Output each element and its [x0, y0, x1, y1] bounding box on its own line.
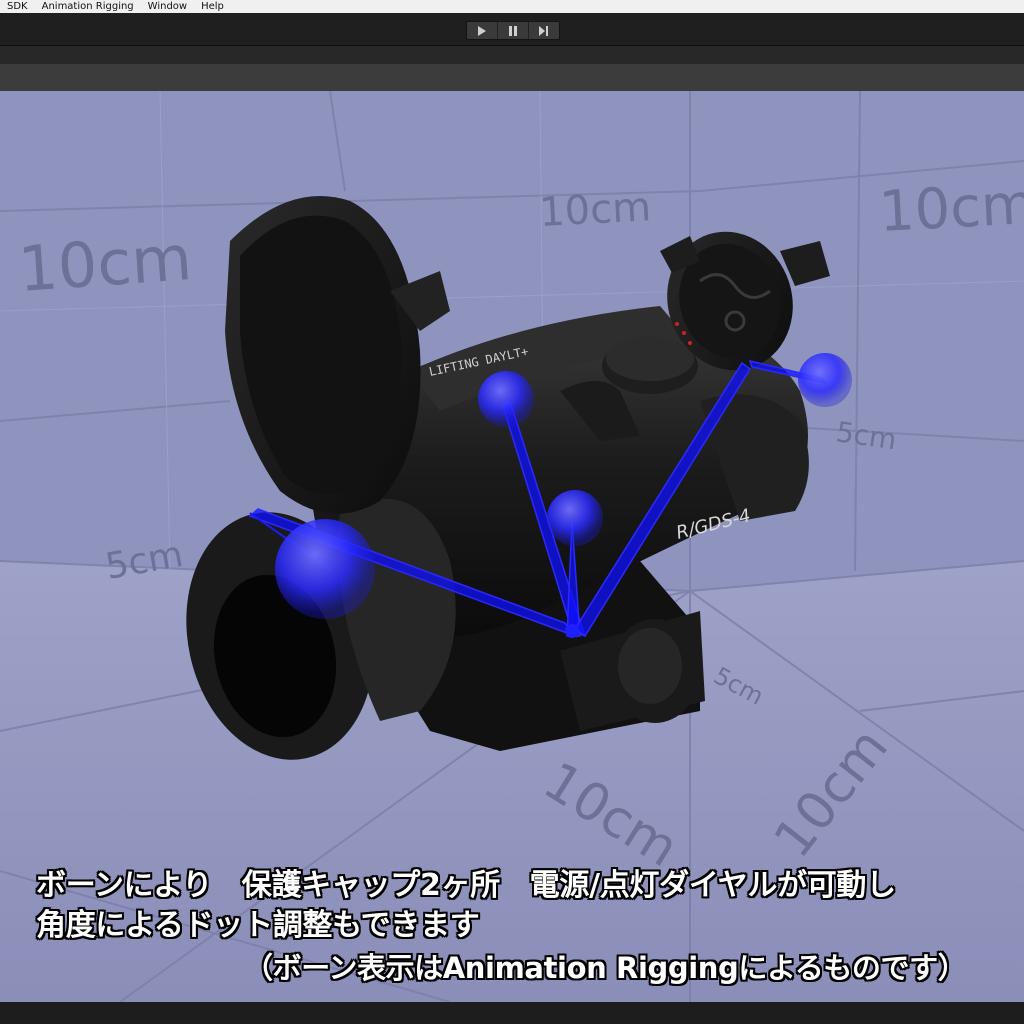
- menu-item-window[interactable]: Window: [141, 0, 194, 13]
- step-button[interactable]: [529, 22, 559, 39]
- status-bar: [0, 1002, 1024, 1024]
- menu-bar: SDK Animation Rigging Window Help: [0, 0, 1024, 13]
- label-back-left: 10cm: [16, 221, 194, 306]
- pause-button[interactable]: [498, 22, 529, 39]
- scene-toolbar: [0, 64, 1024, 91]
- play-controls: [466, 21, 560, 40]
- label-back-center: 10cm: [538, 184, 652, 236]
- caption-line-1: ボーンにより 保護キャップ2ヶ所 電源/点灯ダイヤルが可動し: [35, 867, 897, 904]
- joint-center[interactable]: [547, 490, 603, 546]
- menu-item-help[interactable]: Help: [194, 0, 231, 13]
- joint-front-cap[interactable]: [275, 519, 375, 619]
- label-back-right: 10cm: [877, 172, 1024, 245]
- menu-item-animation-rigging[interactable]: Animation Rigging: [35, 0, 141, 13]
- caption-line-2: 角度によるドット調整もできます: [35, 907, 480, 944]
- step-icon: [539, 25, 548, 36]
- joint-rear-cap[interactable]: [798, 353, 852, 407]
- joint-dial[interactable]: [478, 371, 534, 427]
- tab-bar: [0, 46, 1024, 65]
- main-toolbar: [0, 13, 1024, 46]
- pause-icon: [509, 25, 517, 36]
- joint-root[interactable]: [565, 624, 579, 638]
- play-icon: [478, 25, 486, 36]
- caption-line-3: （ボーン表示はAnimation Riggingによるものです）: [243, 950, 967, 986]
- play-button[interactable]: [467, 22, 498, 39]
- menu-item-sdk[interactable]: SDK: [0, 0, 35, 13]
